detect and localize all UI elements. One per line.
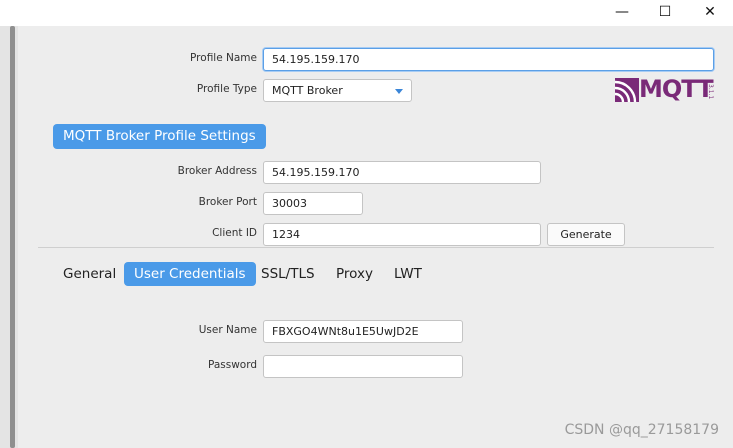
tab-proxy[interactable]: Proxy (332, 262, 377, 286)
tab-general[interactable]: General (59, 262, 120, 286)
profile-type-value: MQTT Broker (272, 84, 343, 97)
mqtt-logo-version: 3.1.1 (707, 84, 714, 100)
tab-ssl-tls[interactable]: SSL/TLS (257, 262, 319, 286)
maximize-icon[interactable]: ☐ (654, 2, 676, 22)
password-input[interactable] (263, 355, 463, 378)
generate-button[interactable]: Generate (547, 223, 625, 246)
profile-name-label: Profile Name (190, 52, 257, 64)
profile-name-input[interactable]: 54.195.159.170 (263, 48, 714, 71)
profile-type-label: Profile Type (196, 83, 257, 95)
tab-user-credentials[interactable]: User Credentials (124, 262, 256, 286)
client-id-input[interactable]: 1234 (263, 223, 541, 246)
username-input[interactable]: FBXGO4WNt8u1E5UwJD2E (263, 320, 463, 343)
broker-address-input[interactable]: 54.195.159.170 (263, 161, 541, 184)
profile-type-select[interactable]: MQTT Broker (263, 79, 412, 102)
username-label: User Name (198, 324, 257, 336)
broker-port-label: Broker Port (198, 196, 257, 208)
mqtt-logo: MQTT 3.1.1 (614, 75, 715, 104)
password-label: Password (207, 359, 257, 371)
sidebar-splitter[interactable] (10, 26, 15, 448)
mqtt-logo-text: MQTT (639, 75, 714, 103)
broker-port-input[interactable]: 30003 (263, 192, 363, 215)
close-icon[interactable]: ✕ (699, 2, 721, 22)
chevron-down-icon (395, 89, 403, 94)
section-title: MQTT Broker Profile Settings (53, 124, 266, 149)
minimize-icon[interactable]: — (611, 2, 633, 22)
sidebar-edge (0, 26, 18, 448)
tab-lwt[interactable]: LWT (390, 262, 426, 286)
client-id-label: Client ID (212, 227, 257, 239)
watermark: CSDN @qq_27158179 (564, 422, 719, 438)
divider (38, 247, 714, 248)
broker-address-label: Broker Address (177, 165, 257, 177)
window-titlebar: — ☐ ✕ (0, 0, 733, 26)
